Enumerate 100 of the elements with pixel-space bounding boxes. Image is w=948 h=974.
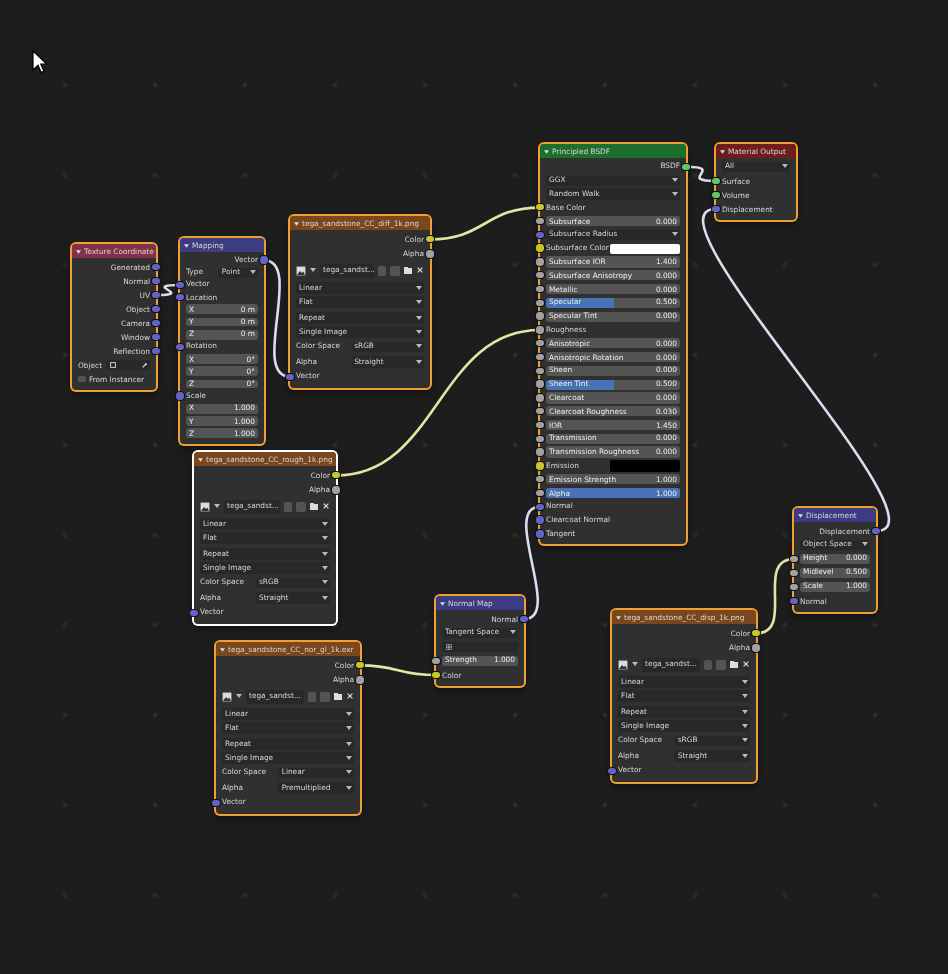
- caret-icon: [671, 178, 677, 183]
- caret-icon: [741, 738, 747, 743]
- object-field[interactable]: [106, 359, 150, 371]
- socket[interactable]: [536, 204, 544, 211]
- socket[interactable]: [790, 583, 798, 591]
- caret-icon: [321, 536, 327, 541]
- caret-icon: [415, 285, 421, 290]
- eyedropper-icon: [141, 361, 147, 368]
- node-wire: [523, 505, 541, 621]
- caret-icon: [345, 756, 351, 761]
- caret-icon: [321, 566, 327, 571]
- node-wire: [685, 165, 717, 183]
- socket[interactable]: [536, 489, 544, 497]
- folder-icon[interactable]: [729, 660, 738, 669]
- socket[interactable]: [536, 217, 544, 225]
- socket[interactable]: [536, 244, 544, 252]
- close-icon[interactable]: [346, 692, 354, 701]
- socket[interactable]: [536, 380, 544, 388]
- socket[interactable]: [536, 394, 544, 402]
- close-icon[interactable]: [416, 266, 424, 275]
- socket[interactable]: [790, 555, 798, 563]
- caret-icon: [345, 770, 351, 775]
- caret-icon: [415, 315, 421, 320]
- image-icon[interactable]: [200, 501, 210, 512]
- grid-icon: [445, 643, 451, 650]
- caret-icon: [415, 330, 421, 335]
- socket[interactable]: [332, 472, 340, 479]
- caret-icon: [214, 504, 220, 509]
- socket[interactable]: [536, 462, 544, 470]
- caret-icon: [345, 785, 351, 790]
- socket[interactable]: [536, 408, 544, 415]
- node-wire: [155, 283, 181, 297]
- socket[interactable]: [432, 671, 440, 679]
- cursor-icon: [32, 50, 48, 74]
- caret-icon: [741, 753, 747, 758]
- socket[interactable]: [536, 285, 544, 293]
- caret-icon: [781, 164, 787, 169]
- caret-icon: [321, 580, 327, 585]
- folder-icon[interactable]: [403, 266, 412, 275]
- caret-icon: [321, 595, 327, 600]
- caret-icon: [861, 542, 867, 547]
- node-wire: [263, 258, 291, 378]
- folder-icon[interactable]: [309, 502, 318, 511]
- caret-icon: [415, 359, 421, 364]
- node-wire: [429, 206, 541, 241]
- caret-icon: [509, 630, 515, 635]
- close-icon[interactable]: [742, 660, 750, 669]
- socket[interactable]: [332, 486, 340, 494]
- socket[interactable]: [712, 191, 720, 199]
- caret-icon: [741, 679, 747, 684]
- caret-icon: [345, 726, 351, 731]
- socket[interactable]: [790, 569, 798, 577]
- socket[interactable]: [536, 312, 544, 320]
- socket[interactable]: [432, 657, 440, 665]
- socket[interactable]: [356, 662, 364, 669]
- caret-icon: [415, 344, 421, 349]
- cube-icon: [109, 361, 116, 368]
- close-icon[interactable]: [322, 502, 330, 511]
- caret-icon: [321, 521, 327, 526]
- caret-icon: [345, 741, 351, 746]
- caret-icon: [671, 232, 677, 237]
- image-icon[interactable]: [618, 659, 628, 670]
- caret-icon: [741, 709, 747, 714]
- socket[interactable]: [536, 258, 544, 266]
- socket[interactable]: [536, 299, 544, 307]
- socket[interactable]: [682, 163, 690, 171]
- image-icon[interactable]: [222, 691, 232, 702]
- caret-icon: [310, 268, 316, 273]
- node-wire: [359, 664, 437, 677]
- socket[interactable]: [712, 177, 720, 185]
- caret-icon: [321, 551, 327, 556]
- color-swatch[interactable]: [610, 460, 680, 472]
- caret-icon: [741, 724, 747, 729]
- socket[interactable]: [536, 340, 544, 347]
- caret-icon: [671, 191, 677, 196]
- socket[interactable]: [536, 367, 544, 375]
- socket[interactable]: [536, 476, 544, 483]
- socket[interactable]: [536, 421, 544, 429]
- caret-icon: [632, 662, 638, 667]
- socket[interactable]: [752, 644, 760, 652]
- node-card[interactable]: [540, 144, 686, 545]
- socket[interactable]: [426, 250, 434, 258]
- checkbox[interactable]: [78, 375, 85, 383]
- folder-icon[interactable]: [333, 692, 342, 701]
- socket[interactable]: [752, 630, 760, 637]
- uv-map-field[interactable]: [442, 641, 518, 653]
- caret-icon: [741, 694, 747, 699]
- color-swatch[interactable]: [610, 243, 680, 254]
- socket[interactable]: [536, 272, 544, 279]
- image-icon[interactable]: [296, 265, 306, 276]
- caret-icon: [415, 300, 421, 305]
- socket[interactable]: [536, 448, 544, 456]
- socket[interactable]: [356, 676, 364, 684]
- socket[interactable]: [536, 326, 544, 334]
- socket[interactable]: [536, 353, 544, 361]
- socket[interactable]: [426, 236, 434, 243]
- socket[interactable]: [536, 435, 544, 443]
- caret-icon: [236, 694, 242, 699]
- node-wire: [755, 557, 795, 635]
- caret-icon: [345, 711, 351, 716]
